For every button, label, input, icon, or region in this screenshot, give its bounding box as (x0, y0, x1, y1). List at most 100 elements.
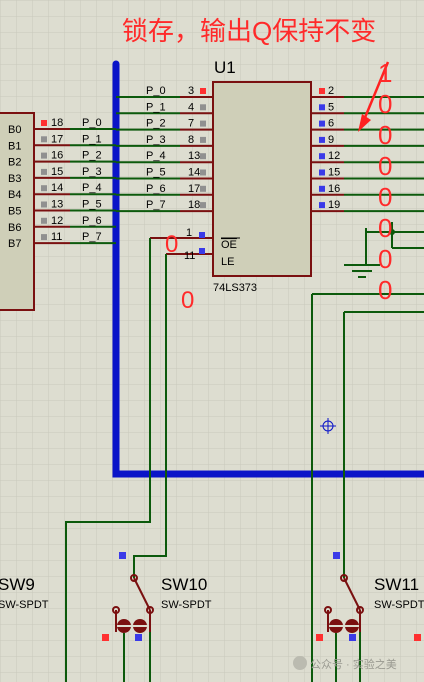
left-chip-net-label-2: P_2 (82, 150, 102, 162)
left-chip-state-5 (41, 201, 47, 208)
u1-output-state-6 (319, 185, 325, 192)
left-chip-state-2 (41, 152, 47, 159)
u1-input-state-2 (200, 120, 206, 127)
u1-input-pin-number-3: 8 (188, 134, 194, 146)
annotation-oe-value: 0 (165, 231, 178, 258)
u1-part-name: 74LS373 (213, 282, 257, 294)
u1-reference: U1 (214, 58, 236, 77)
u1-output-state-0 (319, 88, 325, 94)
sw10-type: SW-SPDT (161, 599, 212, 611)
annotation-output-value-0: 1 (378, 58, 392, 88)
left-chip-net-label-0: P_0 (82, 117, 102, 129)
u1-input-state-6 (200, 185, 206, 192)
u1-output-state-3 (319, 136, 325, 143)
left-chip-pin-number-6: 12 (51, 215, 63, 227)
u1-output-pin-number-2: 6 (328, 118, 334, 130)
u1-net-label-2: P_2 (146, 118, 166, 130)
sw9-type: SW-SPDT (0, 599, 49, 611)
u1-output-pin-number-3: 9 (328, 134, 334, 146)
le-label: LE (221, 256, 234, 268)
u1-input-pin-number-6: 17 (188, 183, 200, 195)
u1-output-pin-number-7: 19 (328, 199, 340, 211)
u1-net-label-3: P_3 (146, 134, 166, 146)
left-chip-pin-number-2: 16 (51, 150, 63, 162)
sw10-pin-left (102, 634, 109, 641)
u1-output-state-2 (319, 120, 325, 127)
sw10-reference: SW10 (161, 575, 207, 594)
left-chip-pin-number-0: 18 (51, 117, 63, 129)
oe-label: OE (221, 239, 237, 251)
u1-net-label-5: P_5 (146, 167, 166, 179)
u1-output-state-7 (319, 202, 325, 209)
left-chip-pin-number-1: 17 (51, 133, 63, 145)
left-chip-net-label-7: P_7 (82, 231, 102, 243)
sw11-pin-top (333, 552, 340, 559)
u1-input-pin-number-1: 4 (188, 101, 194, 113)
left-chip-pin-number-7: 11 (51, 231, 62, 243)
left-chip-label-1: B1 (8, 140, 21, 152)
u1-output-state-5 (319, 169, 325, 176)
sw11-pin-left (316, 634, 323, 641)
left-chip-state-7 (41, 234, 47, 241)
annotation-le-value: 0 (181, 287, 194, 314)
u1-output-pin-number-0: 2 (328, 85, 334, 97)
annotation-output-value-2: 0 (378, 120, 392, 150)
u1-net-label-7: P_7 (146, 199, 166, 211)
le-state-indicator (199, 248, 205, 254)
sw11-reference: SW11 (374, 575, 419, 594)
oe-state-indicator (199, 232, 205, 238)
sw11-pin-right (349, 634, 356, 641)
left-chip-state-4 (41, 185, 47, 192)
sw9-reference: SW9 (0, 575, 35, 594)
annotation-output-value-7: 0 (378, 275, 392, 305)
u1-output-state-4 (319, 153, 325, 160)
annotation-output-value-6: 0 (378, 244, 392, 274)
left-chip-state-0 (41, 120, 47, 126)
u1-input-state-1 (200, 104, 206, 111)
u1-input-pin-number-0: 3 (188, 85, 194, 97)
left-chip-state-6 (41, 217, 47, 224)
left-chip-pin-number-3: 15 (51, 166, 63, 178)
left-chip-label-4: B4 (8, 189, 21, 201)
u1-net-label-0: P_0 (146, 85, 166, 97)
left-chip-label-2: B2 (8, 157, 21, 169)
left-chip-label-3: B3 (8, 173, 21, 185)
left-chip-label-6: B6 (8, 222, 21, 234)
u1-input-state-3 (200, 136, 206, 143)
u1-output-pin-number-4: 12 (328, 150, 340, 162)
u1-input-pin-number-2: 7 (188, 118, 194, 130)
u1-input-state-7 (200, 202, 206, 209)
left-chip-label-0: B0 (8, 124, 21, 136)
left-chip-label-7: B7 (8, 238, 21, 250)
u1-net-label-4: P_4 (146, 150, 166, 162)
u1-input-pin-number-4: 13 (188, 150, 200, 162)
u1-output-pin-number-6: 16 (328, 183, 340, 195)
u1-net-label-6: P_6 (146, 183, 166, 195)
annotation-output-value-1: 0 (378, 89, 392, 119)
left-chip-pin-number-5: 13 (51, 199, 63, 211)
u1-output-pin-number-5: 15 (328, 167, 340, 179)
u1-input-state-0 (200, 88, 206, 94)
left-chip-state-3 (41, 168, 47, 175)
left-chip-net-label-5: P_5 (82, 199, 102, 211)
left-chip-net-label-4: P_4 (82, 182, 102, 194)
u1-net-label-1: P_1 (146, 101, 166, 113)
sw11-type: SW-SPDT (374, 599, 424, 611)
left-chip-label-5: B5 (8, 206, 21, 218)
schematic-svg[interactable]: B018 P_0B117 P_1B216 P_2B315 P_3B414 P_4B513 P… (0, 0, 424, 682)
u1-input-pin-number-5: 14 (188, 167, 200, 179)
left-chip-net-label-6: P_6 (82, 215, 102, 227)
schematic-canvas[interactable]: B0 18 P_0 B1 17 P_1 B2 16 P_2 B3 15 P_3 B4 14 P_4 B5 13 P… (0, 0, 424, 682)
sw12-pin-left (414, 634, 421, 641)
oe-pin-number: 1 (186, 227, 192, 239)
left-chip-state-1 (41, 136, 47, 143)
u1-output-state-1 (319, 104, 325, 111)
annotation-title: 锁存，输出Q保持不变 (122, 16, 376, 46)
left-chip-pin-number-4: 14 (51, 182, 63, 194)
u1-input-state-5 (200, 169, 206, 176)
u1-input-pin-number-7: 18 (188, 199, 200, 211)
watermark-text: 公众号 · 实验之美 (310, 657, 397, 671)
left-chip-net-label-3: P_3 (82, 166, 102, 178)
le-pin-number: 11 (184, 250, 195, 262)
u1-output-pin-number-1: 5 (328, 101, 334, 113)
